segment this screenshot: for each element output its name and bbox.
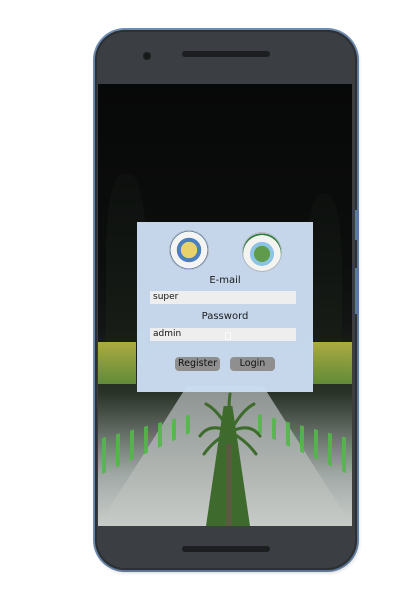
city-seal-icon: [170, 231, 208, 269]
email-field[interactable]: [150, 291, 296, 304]
password-visibility-icon[interactable]: [225, 332, 231, 340]
background-palm-crown: [198, 392, 262, 456]
municipal-seal-icon: [243, 233, 281, 271]
email-label: E-mail: [209, 275, 241, 286]
volume-button: [355, 210, 359, 240]
password-field[interactable]: [150, 328, 296, 341]
earpiece-speaker: [182, 51, 270, 57]
login-button[interactable]: Login: [230, 357, 275, 371]
register-button[interactable]: Register: [175, 357, 220, 371]
power-button: [355, 268, 359, 314]
background-lights-left: [98, 342, 136, 384]
background-lights-right: [312, 342, 352, 384]
login-panel: [137, 222, 313, 392]
bottom-speaker: [182, 546, 270, 552]
front-camera-icon: [143, 52, 151, 60]
password-label: Password: [201, 311, 249, 322]
